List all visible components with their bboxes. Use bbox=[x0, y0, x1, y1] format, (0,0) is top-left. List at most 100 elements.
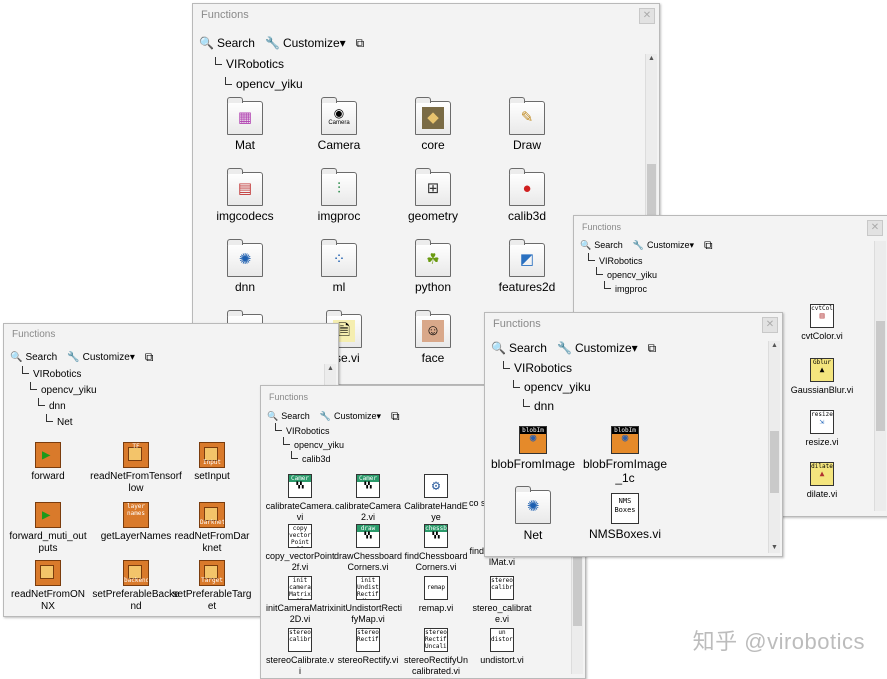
palette-item-initundistortrectifymap[interactable]: init Undist Rectify Map initUndistortRec… bbox=[333, 576, 403, 625]
stereo-rectify-icon: stereo Rectify bbox=[356, 628, 380, 652]
search-button[interactable]: 🔍 Search bbox=[267, 411, 310, 422]
customize-button[interactable]: 🔧 Customize▾ bbox=[633, 240, 694, 251]
scroll-thumb[interactable] bbox=[770, 431, 779, 493]
tree-node[interactable]: Net bbox=[22, 414, 97, 430]
palette-item-stereo-calibrate[interactable]: stereo calibr stereo_calibrate.vi bbox=[469, 576, 535, 625]
palette-item-calibratecamera[interactable]: Camer ▚▚ calibrateCamera.vi bbox=[265, 474, 335, 523]
scrollbar[interactable]: ▲ ▼ bbox=[768, 341, 780, 553]
pin-window-icon: ⧉ bbox=[355, 35, 365, 50]
tree-node[interactable]: opencv_yiku bbox=[215, 74, 303, 94]
palette-item-ml[interactable]: ⁘ ml bbox=[309, 239, 369, 294]
palette-item-forward[interactable]: ▶ forward bbox=[8, 442, 88, 483]
tree-node[interactable]: VIRobotics bbox=[275, 423, 344, 437]
palette-item-forward-muti-outputs[interactable]: ▶ forward_muti_outputs bbox=[8, 502, 88, 555]
scroll-thumb[interactable] bbox=[876, 321, 885, 431]
palette-item-blobfromimage-1c[interactable]: blobIm ◉ blobFromImage_1c bbox=[581, 426, 669, 485]
palette-item-features2d[interactable]: ◩ features2d bbox=[487, 239, 567, 294]
tree-node[interactable]: VIRobotics bbox=[22, 366, 97, 382]
scrollbar[interactable] bbox=[571, 546, 583, 674]
palette-item-calib3d[interactable]: ● calib3d bbox=[487, 168, 567, 223]
palette-item-camera[interactable]: ◉ Camera Camera bbox=[309, 97, 369, 152]
tree-node[interactable]: opencv_yiku bbox=[503, 378, 591, 397]
palette-item-getlayernames[interactable]: layer names getLayerNames bbox=[90, 502, 182, 543]
tree-node[interactable]: imgproc bbox=[588, 281, 657, 295]
scrollbar[interactable] bbox=[874, 241, 886, 511]
scroll-up-icon[interactable]: ▲ bbox=[769, 341, 780, 351]
search-button[interactable]: 🔍 Search bbox=[580, 240, 623, 251]
stereo-calib-icon: stereo calibr bbox=[490, 576, 514, 600]
palette-item-face[interactable]: ☺ face bbox=[403, 310, 463, 365]
palette-item-drawchessboardcorners[interactable]: draw ▚▚ drawChessboardCorners.vi bbox=[333, 524, 403, 573]
palette-view-button[interactable]: ⧉ bbox=[704, 238, 716, 253]
forward-multi-icon: ▶ bbox=[35, 502, 61, 528]
scroll-up-icon[interactable]: ▲ bbox=[646, 54, 657, 64]
search-button[interactable]: 🔍 Search bbox=[10, 352, 57, 363]
palette-item-geometry[interactable]: ⊞ geometry bbox=[393, 168, 473, 223]
tree-node[interactable]: dnn bbox=[503, 397, 591, 416]
palette-item-setinput[interactable]: Input setInput bbox=[172, 442, 252, 483]
scroll-thumb[interactable] bbox=[573, 546, 582, 626]
palette-item-draw[interactable]: ✎ Draw bbox=[497, 97, 557, 152]
search-button[interactable]: 🔍 Search bbox=[199, 36, 255, 50]
palette-item-calibratehandeye[interactable]: ⚙ CalibrateHandEye bbox=[403, 474, 469, 523]
palette-item-dnn[interactable]: ✺ dnn bbox=[215, 239, 275, 294]
palette-item-cvtcolor[interactable]: cvtCol ▥ cvtColor.vi bbox=[782, 304, 862, 342]
palette-item-setpreferabletarget[interactable]: Target setPreferableTarget bbox=[172, 560, 252, 613]
palette-item-setpreferablebackend[interactable]: backend setPreferableBackend bbox=[90, 560, 182, 613]
item-label: GaussianBlur.vi bbox=[790, 385, 854, 395]
customize-button[interactable]: 🔧 Customize▾ bbox=[320, 411, 381, 422]
palette-view-button[interactable]: ⧉ bbox=[145, 350, 157, 365]
palette-item-imgproc[interactable]: ⫶ imgproc bbox=[299, 168, 379, 223]
tree-node[interactable]: opencv_yiku bbox=[22, 382, 97, 398]
palette-item-initcameramatrix2d[interactable]: init camera Matrix 2D initCameraMatrix2D… bbox=[265, 576, 335, 625]
tree-node[interactable]: opencv_yiku bbox=[588, 267, 657, 281]
palette-item-net[interactable]: ✺ Net bbox=[497, 486, 569, 542]
search-button[interactable]: 🔍 Search bbox=[491, 341, 547, 355]
palette-item-findchessboardcorners[interactable]: chessb ▚▚ findChessboardCorners.vi bbox=[403, 524, 469, 573]
palette-item-calibratecamera2[interactable]: Camer ▚▚ calibrateCamera2.vi bbox=[333, 474, 403, 523]
palette-item-nmsboxes[interactable]: NMS Boxes NMSBoxes.vi bbox=[581, 493, 669, 541]
close-button[interactable]: ✕ bbox=[867, 220, 883, 236]
palette-item-remap[interactable]: remap remap.vi bbox=[403, 576, 469, 614]
close-button[interactable]: ✕ bbox=[762, 317, 778, 333]
palette-item-stereorectify[interactable]: stereo Rectify stereoRectify.vi bbox=[333, 628, 403, 666]
tree-node[interactable]: VIRobotics bbox=[215, 54, 303, 74]
wrench-icon: 🔧 bbox=[556, 341, 572, 355]
stereo-rect-uncal-icon: stereo Rectify Uncalib bbox=[424, 628, 448, 652]
palette-item-python[interactable]: ☘ python bbox=[403, 239, 463, 294]
tree-node[interactable]: opencv_yiku bbox=[275, 437, 344, 451]
scroll-down-icon[interactable]: ▼ bbox=[769, 543, 780, 553]
item-label: undistort.vi bbox=[480, 655, 524, 665]
core-chip-icon: ◆ bbox=[422, 107, 444, 129]
customize-button[interactable]: 🔧 Customize▾ bbox=[265, 36, 346, 50]
palette-item-mat[interactable]: ▦ Mat bbox=[215, 97, 275, 152]
palette-item-copy-vectorpoint2f[interactable]: copy vector Point 2f copy_vectorPoint2f.… bbox=[265, 524, 335, 573]
item-label: Net bbox=[523, 528, 543, 542]
tree-node[interactable]: dnn bbox=[22, 398, 97, 414]
palette-item-readnetfromdarknet[interactable]: Darknet readNetFromDarknet bbox=[172, 502, 252, 555]
palette-view-button[interactable]: ⧉ bbox=[356, 36, 368, 51]
close-button[interactable]: ✕ bbox=[639, 8, 655, 24]
palette-item-stereocalibrate[interactable]: stereo calibr stereoCalibrate.vi bbox=[265, 628, 335, 677]
palette-item-gaussianblur[interactable]: Gblur ▲ GaussianBlur.vi bbox=[782, 358, 862, 396]
palette-item-resize[interactable]: resize ⇲ resize.vi bbox=[782, 410, 862, 448]
customize-button[interactable]: 🔧 Customize▾ bbox=[557, 341, 638, 355]
palette-item-blobfromimage[interactable]: blobIm ◉ blobFromImage bbox=[489, 426, 577, 471]
palette-item-undistort[interactable]: un distort undistort.vi bbox=[469, 628, 535, 666]
pin-window-icon: ⧉ bbox=[647, 340, 657, 355]
palette-item-stereorectifyuncalibrated[interactable]: stereo Rectify Uncalib stereoRectifyUnca… bbox=[403, 628, 469, 677]
palette-item-readnetfromonnx[interactable]: readNetFromONNX bbox=[8, 560, 88, 613]
palette-item-readnetfromtensorflow[interactable]: TF readNetFromTensorflow bbox=[90, 442, 182, 495]
tree-node[interactable]: VIRobotics bbox=[503, 359, 591, 378]
customize-button[interactable]: 🔧 Customize▾ bbox=[67, 352, 135, 363]
scroll-up-icon[interactable]: ▲ bbox=[325, 364, 336, 374]
palette-item-core[interactable]: ◆ core bbox=[403, 97, 463, 152]
palette-view-button[interactable]: ⧉ bbox=[391, 409, 403, 424]
tree-node[interactable]: calib3d bbox=[275, 451, 344, 465]
item-label: NMSBoxes.vi bbox=[588, 527, 662, 541]
palette-item-dilate[interactable]: dilate ▲ dilate.vi bbox=[782, 462, 862, 500]
tree-node[interactable]: VIRobotics bbox=[588, 253, 657, 267]
palette-item-imgcodecs[interactable]: ▤ imgcodecs bbox=[205, 168, 285, 223]
stereo-calibrate-icon: stereo calibr bbox=[288, 628, 312, 652]
palette-view-button[interactable]: ⧉ bbox=[648, 341, 660, 356]
